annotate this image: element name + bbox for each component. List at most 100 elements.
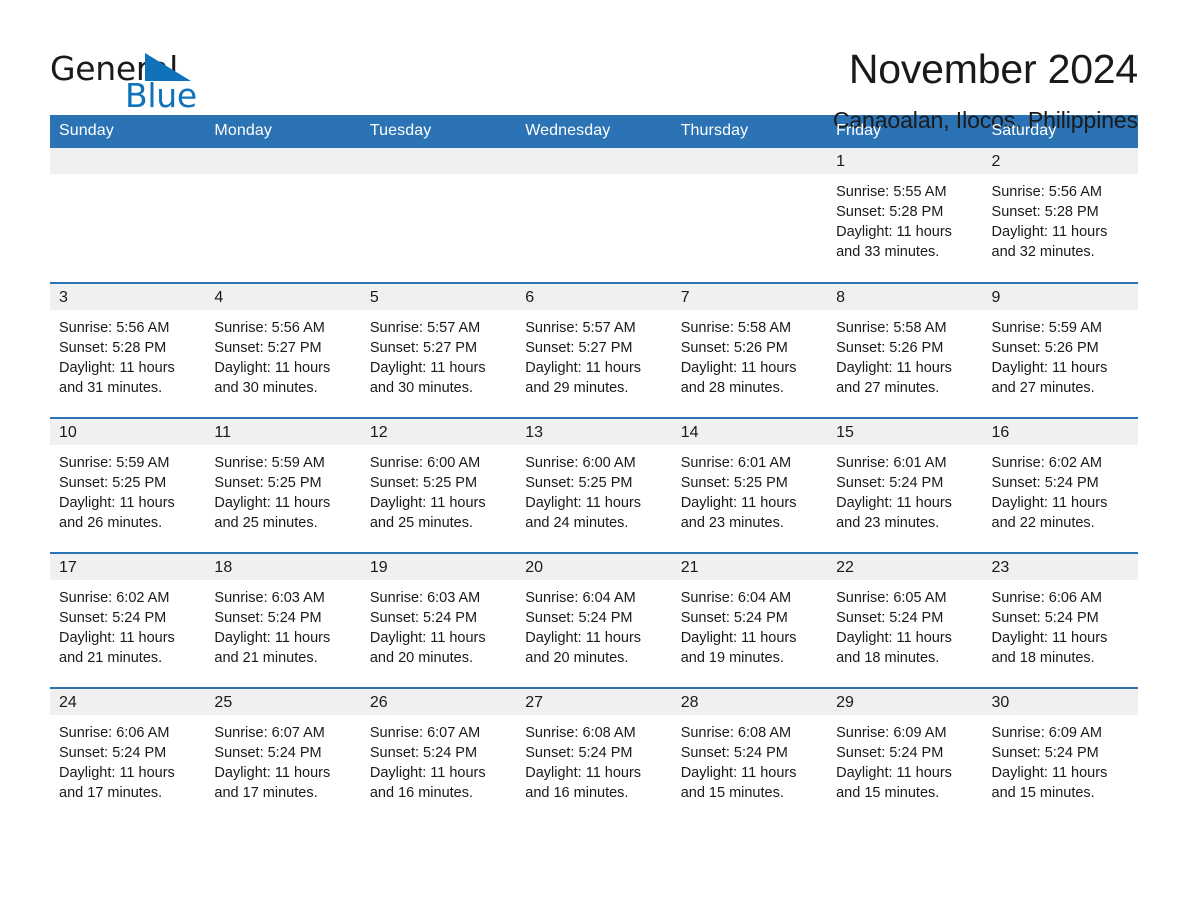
- calendar-cell-inner: 13 Sunrise: 6:00 AM Sunset: 5:25 PM Dayligh…: [516, 419, 672, 533]
- sunset-text: Sunset: 5:28 PM: [59, 340, 167, 356]
- calendar-cell-inner: 16 Sunrise: 6:02 AM Sunset: 5:24 PM Dayligh…: [982, 419, 1138, 533]
- sunrise-text: Sunrise: 6:02 AM: [59, 590, 170, 606]
- calendar-cell-inner: 8 Sunrise: 5:58 AM Sunset: 5:26 PM Daylight…: [827, 284, 983, 398]
- calendar-day-cell[interactable]: 16 Sunrise: 6:02 AM Sunset: 5:24 PM Dayligh…: [982, 417, 1138, 553]
- calendar-day-cell[interactable]: 6 Sunrise: 5:57 AM Sunset: 5:27 PM Daylight…: [516, 282, 672, 418]
- calendar-day-cell[interactable]: 15 Sunrise: 6:01 AM Sunset: 5:24 PM Dayligh…: [827, 417, 983, 553]
- calendar-day-cell[interactable]: 14 Sunrise: 6:01 AM Sunset: 5:25 PM Dayligh…: [671, 417, 828, 553]
- calendar-day-cell[interactable]: 13 Sunrise: 6:00 AM Sunset: 5:25 PM Dayligh…: [516, 417, 672, 553]
- calendar-week-row: 17 Sunrise: 6:02 AM Sunset: 5:24 PM Dayligh…: [50, 552, 1138, 688]
- calendar-day-cell[interactable]: 10 Sunrise: 5:59 AM Sunset: 5:25 PM Dayligh…: [50, 417, 206, 553]
- calendar-day-cell[interactable]: 19 Sunrise: 6:03 AM Sunset: 5:24 PM Dayligh…: [360, 552, 517, 688]
- daylight-text-line2: and 27 minutes.: [991, 380, 1095, 396]
- calendar-day-cell[interactable]: 7 Sunrise: 5:58 AM Sunset: 5:26 PM Daylight…: [671, 282, 828, 418]
- calendar-day-cell[interactable]: 22 Sunrise: 6:05 AM Sunset: 5:24 PM Dayligh…: [827, 552, 983, 688]
- calendar-cell-inner: [671, 148, 828, 174]
- daylight-text-line2: and 21 minutes.: [59, 650, 163, 666]
- day-number: 27: [516, 689, 672, 715]
- calendar-week-row: 24 Sunrise: 6:06 AM Sunset: 5:24 PM Dayligh…: [50, 687, 1138, 823]
- daylight-text-line2: and 18 minutes.: [991, 650, 1095, 666]
- calendar-day-cell[interactable]: 23 Sunrise: 6:06 AM Sunset: 5:24 PM Dayligh…: [982, 552, 1138, 688]
- day-number: [50, 148, 206, 174]
- daylight-text-line2: and 15 minutes.: [991, 785, 1095, 801]
- daylight-text-line1: Daylight: 11 hours: [525, 630, 642, 646]
- calendar-day-cell[interactable]: 24 Sunrise: 6:06 AM Sunset: 5:24 PM Dayligh…: [50, 687, 206, 823]
- day-details: Sunrise: 5:59 AM Sunset: 5:25 PM Daylight:…: [50, 445, 205, 533]
- calendar-day-cell[interactable]: 8 Sunrise: 5:58 AM Sunset: 5:26 PM Daylight…: [827, 282, 983, 418]
- calendar-cell-inner: 21 Sunrise: 6:04 AM Sunset: 5:24 PM Dayligh…: [671, 554, 828, 668]
- calendar-cell-inner: 2 Sunrise: 5:56 AM Sunset: 5:28 PM Daylight…: [982, 148, 1138, 262]
- calendar-day-cell[interactable]: 11 Sunrise: 5:59 AM Sunset: 5:25 PM Dayligh…: [205, 417, 361, 553]
- calendar-cell-inner: 28 Sunrise: 6:08 AM Sunset: 5:24 PM Dayligh…: [671, 689, 828, 803]
- day-details: Sunrise: 6:07 AM Sunset: 5:24 PM Daylight:…: [361, 715, 516, 803]
- daylight-text-line1: Daylight: 11 hours: [991, 495, 1108, 511]
- daylight-text-line2: and 17 minutes.: [59, 785, 163, 801]
- sunset-text: Sunset: 5:25 PM: [680, 475, 788, 491]
- sunset-text: Sunset: 5:24 PM: [680, 745, 788, 761]
- calendar-day-cell[interactable]: 3 Sunrise: 5:56 AM Sunset: 5:28 PM Daylight…: [50, 282, 206, 418]
- sunrise-text: Sunrise: 5:55 AM: [836, 184, 947, 200]
- calendar-cell-inner: [516, 148, 672, 174]
- calendar-day-cell[interactable]: 20 Sunrise: 6:04 AM Sunset: 5:24 PM Dayligh…: [516, 552, 672, 688]
- calendar-day-cell[interactable]: 27 Sunrise: 6:08 AM Sunset: 5:24 PM Dayligh…: [516, 687, 672, 823]
- calendar-cell-inner: 7 Sunrise: 5:58 AM Sunset: 5:26 PM Daylight…: [671, 284, 828, 398]
- brand-logo[interactable]: General Blue: [50, 48, 210, 112]
- sunrise-text: Sunrise: 5:59 AM: [214, 455, 325, 471]
- daylight-text-line2: and 16 minutes.: [525, 785, 629, 801]
- day-details: Sunrise: 6:09 AM Sunset: 5:24 PM Daylight:…: [827, 715, 982, 803]
- day-details: Sunrise: 5:57 AM Sunset: 5:27 PM Daylight:…: [361, 310, 516, 398]
- sunset-text: Sunset: 5:24 PM: [214, 610, 322, 626]
- calendar-day-cell[interactable]: 29 Sunrise: 6:09 AM Sunset: 5:24 PM Dayligh…: [827, 687, 983, 823]
- day-number: [360, 148, 517, 174]
- sunrise-text: Sunrise: 6:03 AM: [214, 590, 325, 606]
- day-number: 16: [982, 419, 1138, 445]
- day-number: 29: [827, 689, 983, 715]
- calendar-day-cell[interactable]: 4 Sunrise: 5:56 AM Sunset: 5:27 PM Daylight…: [205, 282, 361, 418]
- calendar-day-cell[interactable]: 12 Sunrise: 6:00 AM Sunset: 5:25 PM Dayligh…: [360, 417, 517, 553]
- calendar-day-cell[interactable]: 21 Sunrise: 6:04 AM Sunset: 5:24 PM Dayligh…: [671, 552, 828, 688]
- day-details: Sunrise: 6:09 AM Sunset: 5:24 PM Daylight:…: [983, 715, 1138, 803]
- day-number: [671, 148, 828, 174]
- sunset-text: Sunset: 5:25 PM: [525, 475, 633, 491]
- calendar-day-cell[interactable]: 5 Sunrise: 5:57 AM Sunset: 5:27 PM Daylight…: [360, 282, 517, 418]
- sunset-text: Sunset: 5:24 PM: [836, 610, 944, 626]
- sunset-text: Sunset: 5:24 PM: [991, 475, 1099, 491]
- sunrise-text: Sunrise: 5:58 AM: [836, 320, 947, 336]
- daylight-text-line1: Daylight: 11 hours: [525, 360, 642, 376]
- day-number: 7: [671, 284, 828, 310]
- calendar-cell-inner: 18 Sunrise: 6:03 AM Sunset: 5:24 PM Dayligh…: [205, 554, 361, 668]
- calendar-cell-empty: [205, 148, 361, 283]
- calendar-cell-inner: 20 Sunrise: 6:04 AM Sunset: 5:24 PM Dayligh…: [516, 554, 672, 668]
- calendar-day-cell[interactable]: 30 Sunrise: 6:09 AM Sunset: 5:24 PM Dayligh…: [982, 687, 1138, 823]
- daylight-text-line2: and 30 minutes.: [369, 380, 474, 396]
- sunset-text: Sunset: 5:28 PM: [836, 204, 944, 220]
- calendar-day-cell[interactable]: 9 Sunrise: 5:59 AM Sunset: 5:26 PM Daylight…: [982, 282, 1138, 418]
- sunset-text: Sunset: 5:24 PM: [59, 745, 167, 761]
- sunrise-text: Sunrise: 6:04 AM: [680, 590, 792, 606]
- calendar-day-cell[interactable]: 17 Sunrise: 6:02 AM Sunset: 5:24 PM Dayligh…: [50, 552, 206, 688]
- sunrise-text: Sunrise: 6:02 AM: [991, 455, 1102, 471]
- calendar-day-cell[interactable]: 25 Sunrise: 6:07 AM Sunset: 5:24 PM Dayligh…: [205, 687, 361, 823]
- calendar-day-cell[interactable]: 2 Sunrise: 5:56 AM Sunset: 5:28 PM Daylight…: [982, 148, 1138, 283]
- daylight-text-line2: and 32 minutes.: [991, 244, 1095, 260]
- daylight-text-line1: Daylight: 11 hours: [680, 495, 797, 511]
- weekday-header-sunday: Sunday: [50, 115, 206, 148]
- daylight-text-line1: Daylight: 11 hours: [59, 360, 175, 376]
- daylight-text-line1: Daylight: 11 hours: [836, 630, 952, 646]
- day-details: Sunrise: 6:03 AM Sunset: 5:24 PM Daylight:…: [361, 580, 516, 668]
- day-number: 1: [827, 148, 983, 174]
- calendar-day-cell[interactable]: 1 Sunrise: 5:55 AM Sunset: 5:28 PM Daylight…: [827, 148, 983, 283]
- calendar-cell-inner: 1 Sunrise: 5:55 AM Sunset: 5:28 PM Daylight…: [827, 148, 983, 262]
- calendar-day-cell[interactable]: 18 Sunrise: 6:03 AM Sunset: 5:24 PM Dayligh…: [205, 552, 361, 688]
- sunrise-text: Sunrise: 6:08 AM: [680, 725, 792, 741]
- calendar-day-cell[interactable]: 28 Sunrise: 6:08 AM Sunset: 5:24 PM Dayligh…: [671, 687, 828, 823]
- day-number: 11: [205, 419, 361, 445]
- daylight-text-line2: and 15 minutes.: [836, 785, 940, 801]
- daylight-text-line1: Daylight: 11 hours: [836, 360, 952, 376]
- calendar-cell-inner: 6 Sunrise: 5:57 AM Sunset: 5:27 PM Daylight…: [516, 284, 672, 398]
- day-number: [516, 148, 672, 174]
- calendar-cell-inner: 5 Sunrise: 5:57 AM Sunset: 5:27 PM Daylight…: [360, 284, 517, 398]
- calendar-day-cell[interactable]: 26 Sunrise: 6:07 AM Sunset: 5:24 PM Dayligh…: [360, 687, 517, 823]
- sunset-text: Sunset: 5:24 PM: [836, 745, 944, 761]
- daylight-text-line1: Daylight: 11 hours: [525, 765, 642, 781]
